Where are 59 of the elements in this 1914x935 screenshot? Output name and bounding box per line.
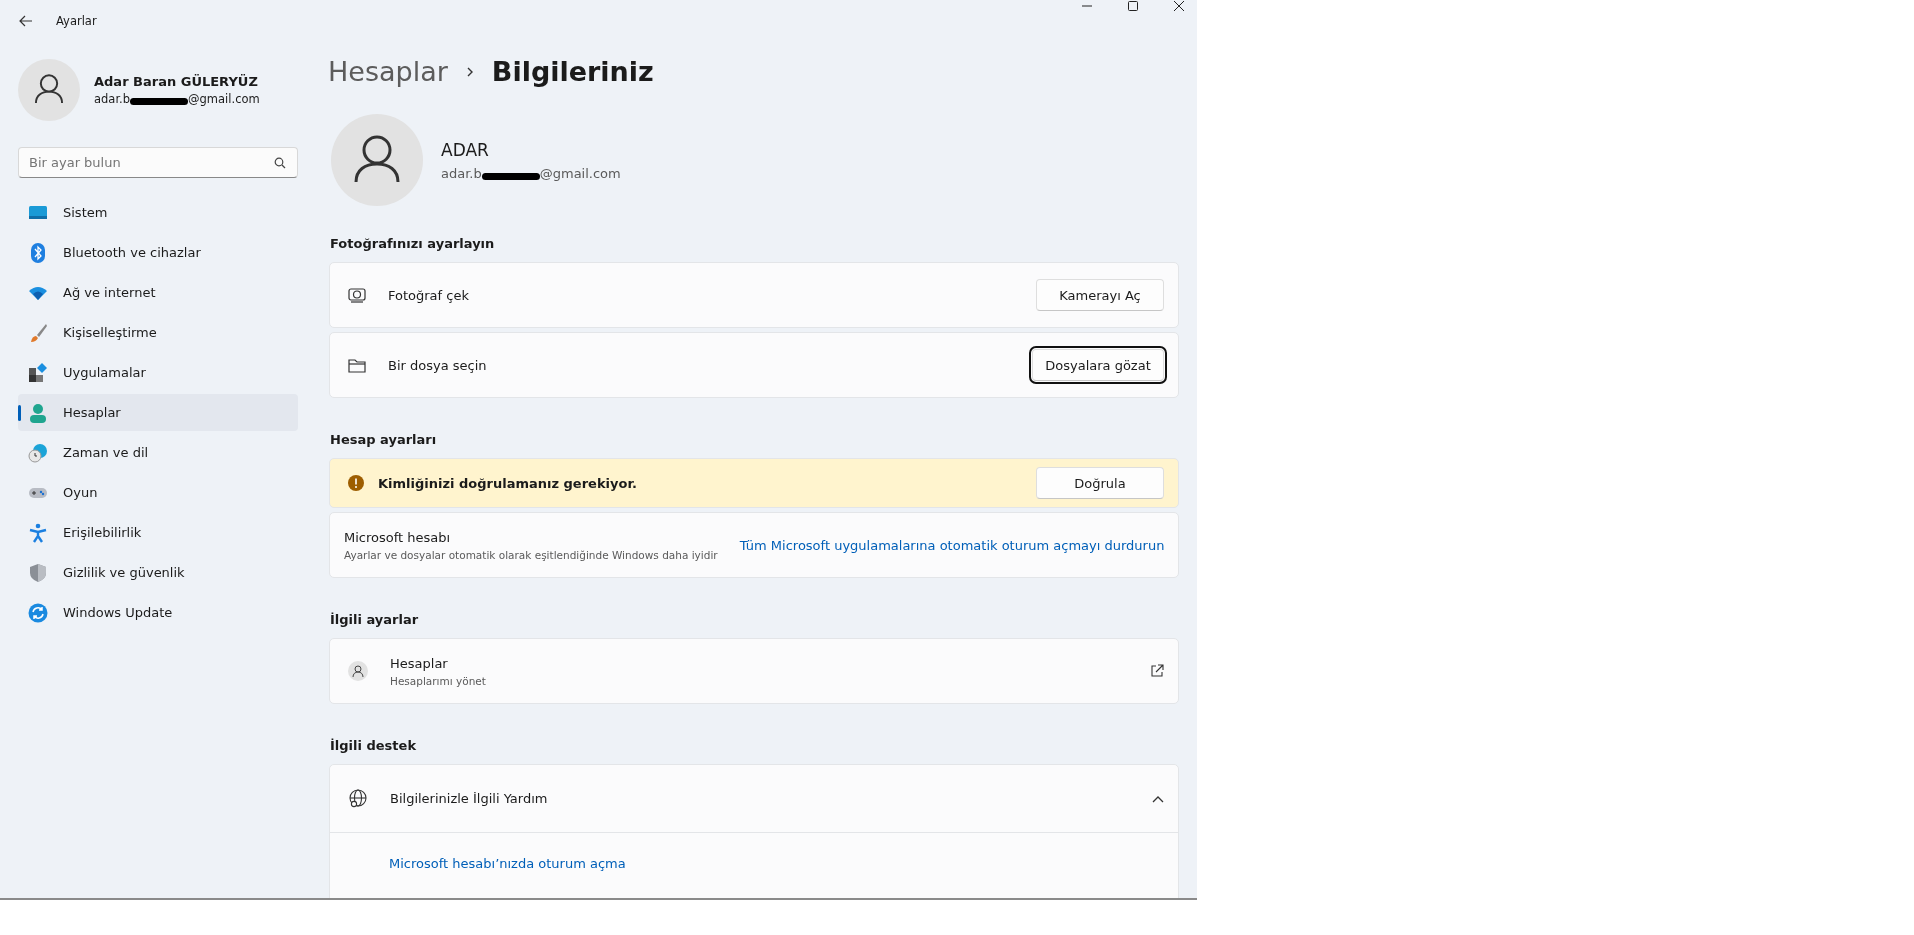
folder-icon (348, 357, 366, 373)
nav-item[interactable]: Uygulamalar (18, 354, 298, 391)
action-button[interactable]: Kamerayı Aç (1036, 279, 1164, 311)
person-icon (348, 661, 368, 681)
warning-text: Kimliğinizi doğrulamanız gerekiyor. (378, 475, 638, 491)
globe-clock-icon (28, 442, 48, 463)
card-subtitle: Ayarlar ve dosyalar otomatik olarak eşitlendiğinde Windows daha iyidir (344, 548, 718, 561)
shield-icon (28, 562, 48, 583)
action-button[interactable]: Dosyalara gözat (1032, 349, 1164, 381)
accessibility-icon (28, 522, 48, 543)
nav-item[interactable]: Windows Update (18, 594, 298, 631)
nav-item[interactable]: Oyun (18, 474, 298, 511)
card-label: Fotoğraf çek (388, 287, 470, 303)
person-icon (28, 402, 48, 423)
card-title: Hesaplar (390, 655, 449, 671)
page-title: Bilgileriniz (491, 56, 654, 87)
brush-icon (28, 322, 48, 343)
nav-item[interactable]: Hesaplar (18, 394, 298, 431)
profile-email: adar.b @gmail.com (441, 165, 621, 181)
verify-button[interactable]: Doğrula (1036, 467, 1164, 499)
settings-card[interactable]: Hesaplar Hesaplarımı yönet (329, 638, 1179, 704)
globe-icon (348, 788, 368, 809)
user-name: Adar Baran GÜLERYÜZ (94, 74, 259, 89)
nav-item[interactable]: Gizlilik ve güvenlik (18, 554, 298, 591)
nav-item[interactable]: Kişiselleştirme (18, 314, 298, 351)
avatar-icon (18, 59, 80, 121)
user-email: adar.b @gmail.com (94, 92, 260, 106)
apps-icon (28, 362, 48, 383)
stop-sign-in-link[interactable]: Tüm Microsoft uygulamalarına otomatik oturum açmayı durdurun (739, 537, 1165, 553)
section-heading: İlgili ayarlar (330, 612, 420, 627)
update-icon (28, 602, 48, 623)
profile-name: ADAR (441, 139, 490, 160)
close-icon[interactable] (1173, 0, 1185, 12)
external-link-icon (1150, 664, 1164, 678)
card-label: Bir dosya seçin (388, 357, 488, 373)
search-field[interactable]: Bir ayar bulun (18, 147, 298, 178)
section-heading: Fotoğrafınızı ayarlayın (330, 236, 496, 251)
card-subtitle: Hesaplarımı yönet (390, 674, 487, 687)
nav-item[interactable]: Zaman ve dil (18, 434, 298, 471)
avatar-icon (331, 114, 423, 206)
nav-item[interactable]: Erişilebilirlik (18, 514, 298, 551)
help-link[interactable]: Microsoft hesabı’nızda oturum açma (389, 856, 626, 871)
maximize-icon[interactable] (1127, 0, 1139, 12)
nav-item[interactable]: Sistem (18, 194, 298, 231)
section-heading: Hesap ayarları (330, 432, 438, 447)
chevron-right-icon (465, 65, 474, 78)
search-icon (274, 157, 286, 169)
back-icon[interactable] (19, 15, 33, 27)
chevron-icon (1152, 794, 1164, 803)
card-title: Microsoft hesabı (344, 529, 452, 545)
section-heading: İlgili destek (330, 738, 418, 753)
warning-icon (348, 475, 364, 491)
nav-item[interactable]: Ağ ve internet (18, 274, 298, 311)
card-label: Bilgilerinizle İlgili Yardım (390, 791, 549, 806)
camera-icon (348, 287, 366, 303)
bluetooth-icon (28, 242, 48, 263)
nav-item[interactable]: Bluetooth ve cihazlar (18, 234, 298, 271)
breadcrumb-link[interactable]: Hesaplar (328, 56, 448, 87)
window-title: Ayarlar (56, 14, 97, 28)
